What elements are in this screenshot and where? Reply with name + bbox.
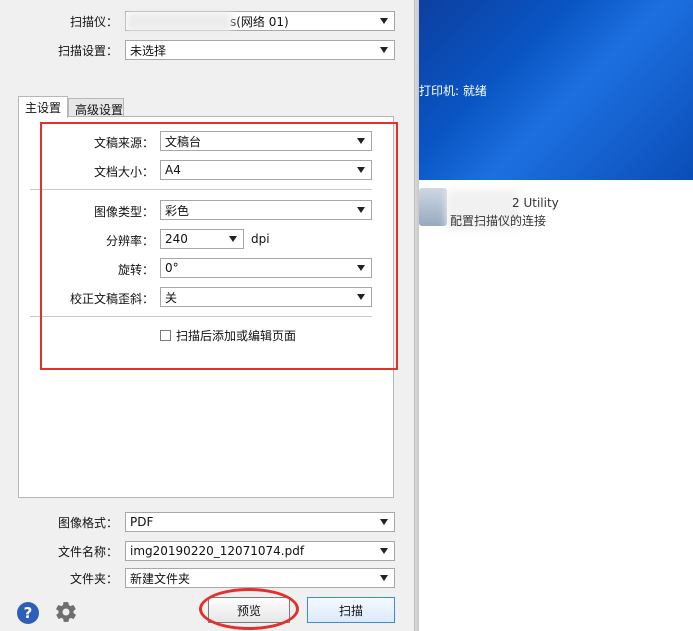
- doc-source-value: 文稿台: [165, 134, 202, 149]
- chevron-down-icon: [357, 207, 365, 213]
- image-format-select[interactable]: PDF: [125, 512, 395, 532]
- scanner-select[interactable]: s(网络 01): [125, 11, 395, 32]
- tab-advanced-settings[interactable]: 高级设置: [68, 98, 124, 118]
- printer-status-text: 打印机: 就绪: [419, 84, 487, 98]
- settings-separator: [30, 189, 372, 190]
- chevron-down-icon: [380, 18, 388, 24]
- scanner-value-redaction: [126, 12, 232, 32]
- scanner-label: 扫描仪：: [69, 15, 118, 29]
- chevron-down-icon: [380, 47, 388, 53]
- image-type-value: 彩色: [165, 203, 190, 218]
- folder-value: 新建文件夹: [130, 571, 191, 586]
- chevron-down-icon: [357, 167, 365, 173]
- utility-title: 2 Utility: [512, 196, 559, 210]
- rotation-label: 旋转：: [117, 263, 154, 277]
- image-format-value: PDF: [130, 515, 154, 529]
- chevron-down-icon: [357, 138, 365, 144]
- doc-source-select[interactable]: 文稿台: [160, 131, 372, 151]
- scan-button[interactable]: 扫描: [307, 597, 395, 623]
- add-edit-pages-checkbox[interactable]: [160, 330, 171, 341]
- folder-select[interactable]: 新建文件夹: [125, 568, 395, 588]
- desktop-lower-area: [419, 180, 693, 631]
- resolution-label: 分辨率：: [105, 234, 154, 248]
- doc-source-label: 文稿来源：: [93, 136, 154, 150]
- resolution-unit: dpi: [251, 232, 270, 246]
- preview-button-label: 预览: [236, 603, 261, 618]
- question-mark-icon[interactable]: ?: [17, 602, 39, 624]
- resolution-select[interactable]: 240: [160, 229, 244, 249]
- skew-correction-select[interactable]: 关: [160, 287, 372, 307]
- utility-app-icon: [419, 188, 447, 226]
- scan-settings-select[interactable]: 未选择: [125, 40, 395, 60]
- chevron-down-icon: [357, 294, 365, 300]
- scan-settings-value: 未选择: [130, 43, 167, 58]
- preview-button[interactable]: 预览: [208, 597, 290, 623]
- chevron-down-icon: [229, 236, 237, 242]
- doc-size-value: A4: [165, 163, 181, 177]
- resolution-value: 240: [165, 232, 188, 246]
- screen-root: 扫描仪： s(网络 01) 扫描设置： 未选择 主设置 高级设置 文稿来源： 文…: [0, 0, 693, 631]
- settings-separator: [30, 316, 372, 317]
- image-type-label: 图像类型：: [93, 205, 154, 219]
- doc-size-select[interactable]: A4: [160, 160, 372, 180]
- utility-subtitle: 配置扫描仪的连接: [450, 214, 547, 228]
- scan-button-label: 扫描: [338, 603, 363, 618]
- rotation-value: 0°: [165, 261, 179, 275]
- scan-dialog: 扫描仪： s(网络 01) 扫描设置： 未选择 主设置 高级设置 文稿来源： 文…: [0, 0, 414, 631]
- folder-label: 文件夹：: [69, 572, 118, 586]
- scanner-value: s(网络 01): [230, 14, 289, 29]
- image-type-select[interactable]: 彩色: [160, 200, 372, 220]
- skew-correction-label: 校正文稿歪斜：: [69, 292, 154, 306]
- doc-size-label: 文档大小：: [93, 165, 154, 179]
- chevron-down-icon: [357, 265, 365, 271]
- add-edit-pages-label: 扫描后添加或编辑页面: [176, 329, 297, 343]
- desktop-background: 打印机: 就绪: [419, 0, 693, 180]
- rotation-select[interactable]: 0°: [160, 258, 372, 278]
- image-format-label: 图像格式：: [57, 516, 118, 530]
- chevron-down-icon: [380, 548, 388, 554]
- file-name-value: img20190220_12071074.pdf: [130, 544, 305, 558]
- gear-icon[interactable]: [54, 600, 78, 624]
- file-name-label: 文件名称：: [57, 545, 118, 559]
- tab-main-settings[interactable]: 主设置: [18, 96, 68, 118]
- chevron-down-icon: [380, 575, 388, 581]
- skew-correction-value: 关: [165, 290, 178, 305]
- file-name-select[interactable]: img20190220_12071074.pdf: [125, 541, 395, 561]
- chevron-down-icon: [380, 519, 388, 525]
- scan-settings-label: 扫描设置：: [57, 44, 118, 58]
